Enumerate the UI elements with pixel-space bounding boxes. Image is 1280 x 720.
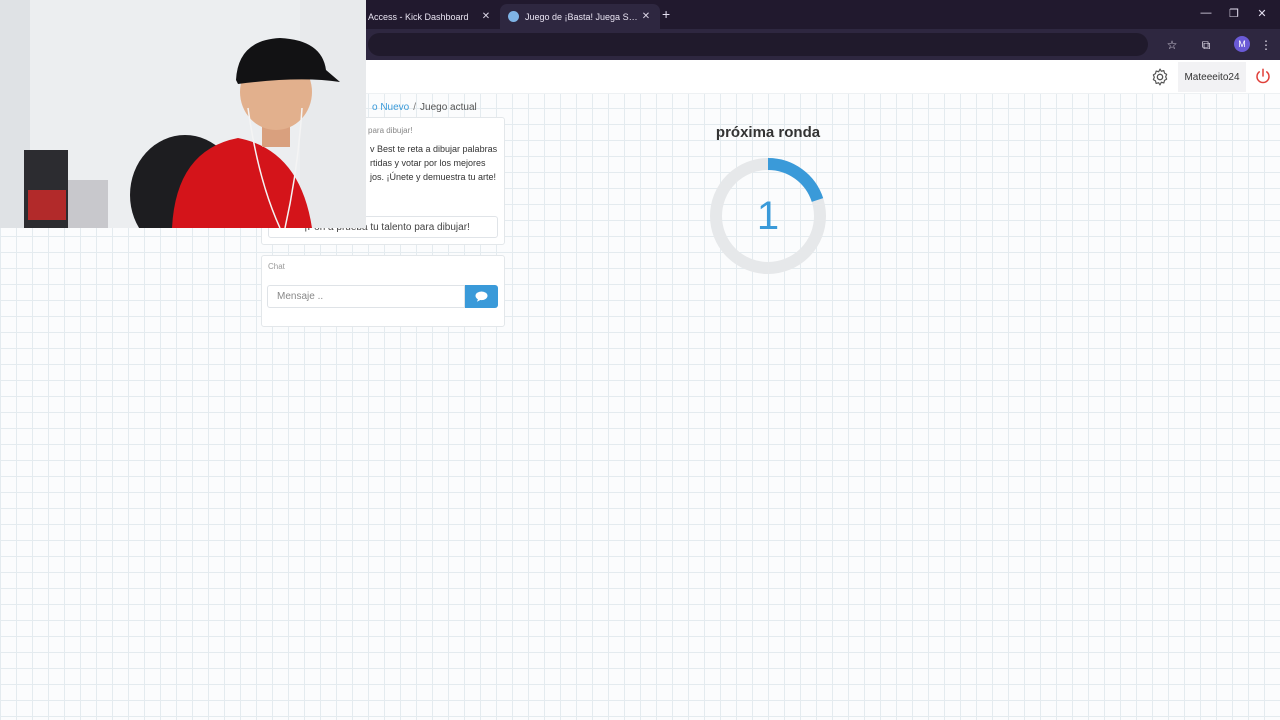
minimize-icon[interactable]: — bbox=[1196, 7, 1216, 19]
new-tab-icon[interactable]: + bbox=[662, 6, 670, 22]
menu-icon[interactable]: ⋮ bbox=[1257, 36, 1275, 54]
chat-label: Chat bbox=[268, 262, 285, 271]
power-icon[interactable] bbox=[1254, 67, 1272, 85]
username: Mateeeito24 bbox=[1184, 71, 1240, 83]
globe-icon bbox=[508, 11, 519, 22]
countdown-number: 1 bbox=[756, 194, 780, 238]
chat-send-button[interactable] bbox=[465, 285, 498, 308]
restore-icon[interactable]: ❐ bbox=[1224, 7, 1244, 20]
info-card-body: v Best te reta a dibujar palabras rtidas… bbox=[370, 144, 498, 182]
breadcrumb: o Nuevo / Juego actual bbox=[372, 102, 477, 113]
chat-bubble-icon bbox=[475, 291, 488, 302]
address-bar[interactable] bbox=[368, 33, 1148, 56]
window-close-icon[interactable]: ✕ bbox=[1252, 7, 1272, 20]
gear-icon[interactable] bbox=[1150, 67, 1170, 87]
profile-avatar[interactable]: M bbox=[1234, 36, 1250, 52]
extensions-icon[interactable]: ⧉ bbox=[1197, 36, 1215, 54]
close-icon[interactable]: ✕ bbox=[640, 11, 652, 22]
info-card-heading: para dibujar! bbox=[368, 126, 413, 135]
star-icon[interactable]: ☆ bbox=[1163, 36, 1181, 54]
next-round-title: próxima ronda bbox=[715, 124, 821, 141]
tab-label: Access - Kick Dashboard bbox=[368, 11, 469, 22]
chat-message-input[interactable] bbox=[267, 285, 465, 308]
browser-tab-game[interactable]: Juego de ¡Basta! Juega Stop, Tu ✕ bbox=[500, 4, 660, 29]
webcam-overlay bbox=[0, 0, 366, 228]
browser-tab-kick[interactable]: Access - Kick Dashboard ✕ bbox=[360, 4, 500, 29]
breadcrumb-separator: / bbox=[413, 102, 417, 113]
user-menu-button[interactable]: Mateeeito24 bbox=[1178, 62, 1246, 92]
breadcrumb-current: Juego actual bbox=[420, 102, 477, 113]
tab-label: Juego de ¡Basta! Juega Stop, Tu bbox=[525, 11, 640, 22]
breadcrumb-link[interactable]: o Nuevo bbox=[372, 102, 409, 113]
close-icon[interactable]: ✕ bbox=[480, 11, 492, 22]
